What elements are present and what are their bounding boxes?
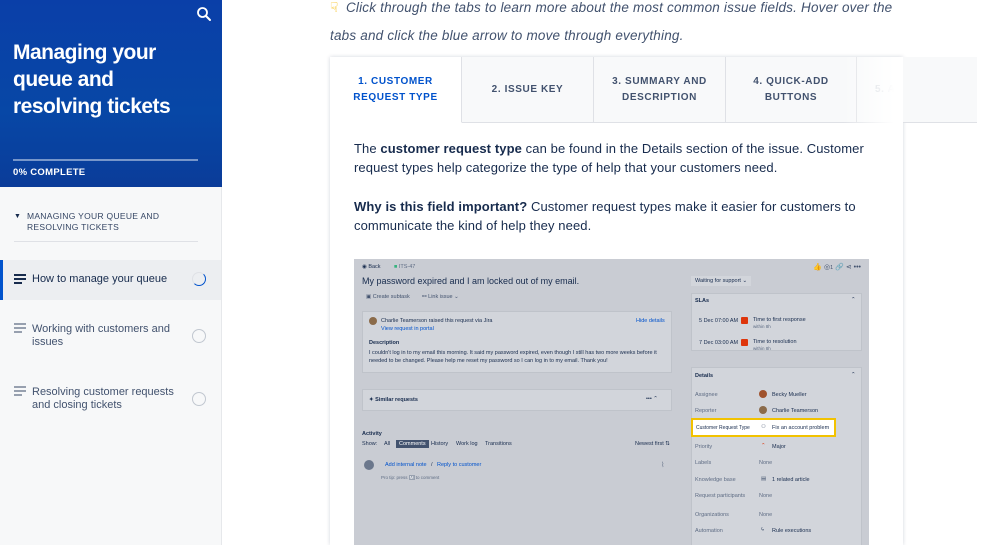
course-header: Managing your queue and resolving ticket… bbox=[0, 0, 222, 187]
status-dropdown: Waiting for support ⌄ bbox=[691, 276, 752, 286]
lesson-label: How to manage your queue bbox=[32, 273, 168, 285]
issue-actions-icons: 👍 ◎1 🔗 ⋖ ••• bbox=[813, 264, 861, 271]
section-toggle[interactable]: ▼ MANAGING YOUR QUEUE AND RESOLVING TICK… bbox=[14, 211, 199, 233]
intro-text: ☟ Click through the tabs to learn more a… bbox=[330, 0, 920, 50]
search-icon[interactable] bbox=[196, 6, 212, 22]
lesson-item-resolving-requests[interactable]: Resolving customer requests and closing … bbox=[0, 379, 221, 419]
not-started-icon bbox=[192, 329, 206, 343]
lesson-item-customers-issues[interactable]: Working with customers and issues bbox=[0, 316, 221, 356]
in-progress-icon bbox=[192, 272, 206, 286]
tab-summary-description[interactable]: 3. SUMMARY AND DESCRIPTION bbox=[594, 57, 726, 123]
tab-issue-key[interactable]: 2. ISSUE KEY bbox=[462, 57, 594, 123]
pointing-hand-icon: ☟ bbox=[330, 0, 339, 15]
course-title: Managing your queue and resolving ticket… bbox=[13, 41, 171, 118]
customer-request-type-value: Fix an account problem bbox=[772, 425, 830, 431]
jira-issue-screenshot: ◉ Back ■ ITS-47 👍 ◎1 🔗 ⋖ ••• My password… bbox=[354, 259, 869, 545]
progress-label: 0% COMPLETE bbox=[13, 167, 86, 178]
caret-down-icon: ▼ bbox=[14, 213, 21, 220]
not-started-icon bbox=[192, 392, 206, 406]
create-subtask: ▣ Create subtask bbox=[366, 294, 410, 300]
lesson-content: ☟ Click through the tabs to learn more a… bbox=[222, 0, 999, 545]
newest-first: Newest first ⇅ bbox=[635, 441, 670, 447]
tab-quick-add-buttons[interactable]: 4. QUICK-ADD BUTTONS bbox=[726, 57, 857, 123]
course-sidebar: Managing your queue and resolving ticket… bbox=[0, 0, 222, 545]
tab-5-partial[interactable]: 5. AS bbox=[857, 57, 977, 123]
progress-bar bbox=[13, 159, 198, 161]
link-issue: ⚯ Link issue ⌄ bbox=[422, 294, 459, 300]
customer-request-type-label: Customer Request Type bbox=[696, 425, 750, 431]
lesson-label: Working with customers and issues bbox=[32, 323, 170, 348]
lesson-text-icon bbox=[14, 323, 26, 333]
section-label: MANAGING YOUR QUEUE AND RESOLVING TICKET… bbox=[26, 211, 160, 232]
importance-paragraph: Why is this field important? Customer re… bbox=[354, 199, 856, 233]
issue-title: My password expired and I am locked out … bbox=[362, 276, 580, 286]
lesson-text-icon bbox=[14, 386, 26, 396]
attach-icon: ⌇ bbox=[661, 462, 665, 469]
lesson-item-manage-queue[interactable]: How to manage your queue bbox=[0, 260, 221, 300]
people-icon: ⚇ bbox=[761, 424, 766, 430]
tab-customer-request-type[interactable]: 1. CUSTOMER REQUEST TYPE bbox=[330, 57, 462, 123]
tabs-block: 1. CUSTOMER REQUEST TYPE 2. ISSUE KEY 3.… bbox=[330, 57, 977, 545]
issue-key: ■ ITS-47 bbox=[394, 264, 416, 270]
similar-requests: ✦ Similar requests bbox=[369, 397, 418, 403]
lesson-label: Resolving customer requests and closing … bbox=[32, 386, 174, 411]
description-paragraph: The customer request type can be found i… bbox=[354, 141, 864, 175]
tab-bar: 1. CUSTOMER REQUEST TYPE 2. ISSUE KEY 3.… bbox=[330, 57, 977, 123]
divider bbox=[14, 241, 198, 242]
lesson-text-icon bbox=[14, 274, 26, 284]
back-link: ◉ Back bbox=[362, 264, 381, 270]
